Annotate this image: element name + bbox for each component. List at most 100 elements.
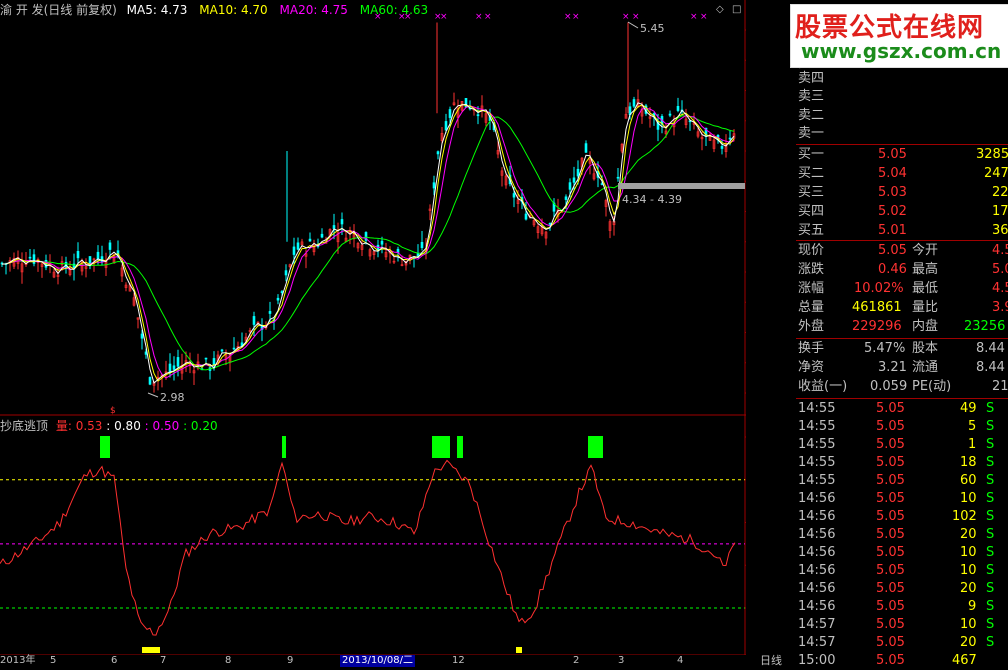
sell-row[interactable]: 卖三: [796, 88, 1008, 106]
tick-row[interactable]: 15:00 5.05 467: [796, 652, 1008, 670]
tick-vol: 102: [952, 509, 977, 524]
tick-row[interactable]: 14:55 5.05 1 S: [796, 436, 1008, 454]
tick-row[interactable]: 14:57 5.05 10 S: [796, 616, 1008, 634]
quote-row: 外盘 229296 内盘 23256: [796, 318, 1008, 336]
quote-label: 总量: [798, 300, 825, 315]
tick-vol: 10: [960, 545, 977, 560]
watermark-logo: 股票公式在线网 www.gszx.com.cn: [790, 4, 1008, 68]
tick-row[interactable]: 14:57 5.05 20 S: [796, 634, 1008, 652]
tick-price: 5.05: [876, 419, 905, 434]
tick-row[interactable]: 14:56 5.05 20 S: [796, 580, 1008, 598]
tick-price: 5.05: [876, 617, 905, 632]
candle-body: [632, 99, 636, 107]
indicator-vol: 量: 0.53: [55, 419, 103, 433]
candle-body: [108, 242, 112, 250]
sell-row[interactable]: 卖四: [796, 70, 1008, 88]
stat-value: 5.47%: [864, 341, 906, 356]
candle-body: [148, 377, 152, 385]
candle-body: [616, 176, 620, 179]
quote-value: 229296: [852, 319, 902, 334]
range-highlight-bar: [618, 183, 745, 189]
tick-flag: S: [986, 473, 995, 488]
candle-body: [512, 193, 516, 198]
indicator-name[interactable]: 抄底逃顶: [0, 419, 48, 433]
tick-row[interactable]: 14:55 5.05 18 S: [796, 454, 1008, 472]
candle-body: [172, 365, 176, 370]
candle-body: [332, 225, 336, 229]
tick-row[interactable]: 14:56 5.05 20 S: [796, 526, 1008, 544]
tick-price: 5.05: [876, 653, 905, 668]
candle-body: [320, 233, 324, 238]
period-tab[interactable]: 日线: [746, 655, 796, 667]
quote-value: 4.5: [992, 243, 1008, 258]
tick-price: 5.05: [876, 599, 905, 614]
date-label: 3: [618, 655, 625, 666]
tick-time: 14:56: [798, 491, 836, 506]
candle-body: [576, 168, 580, 177]
quote-label: 涨幅: [798, 281, 825, 296]
tick-price: 5.05: [876, 491, 905, 506]
tick-vol: 49: [960, 401, 977, 416]
sell-label: 卖二: [798, 108, 825, 123]
buy-price: 5.04: [878, 166, 907, 181]
tick-price: 5.05: [876, 545, 905, 560]
sell-row[interactable]: 卖一: [796, 125, 1008, 143]
stat-value: 21: [992, 379, 1008, 394]
buy-row[interactable]: 买五 5.01 36: [796, 222, 1008, 240]
tick-row[interactable]: 14:56 5.05 102 S: [796, 508, 1008, 526]
tick-vol: 60: [960, 473, 977, 488]
kline-chart[interactable]: 5.405.205.004.804.604.404.204.003.803.60…: [0, 0, 1008, 667]
tick-flag: S: [986, 635, 995, 650]
signal-marker: ×: [440, 12, 448, 22]
top-signal-bar: [432, 436, 450, 458]
buy-label: 买五: [798, 223, 825, 238]
candle-body: [524, 213, 528, 220]
quote-label: 最低: [912, 281, 939, 296]
tick-row[interactable]: 14:56 5.05 10 S: [796, 490, 1008, 508]
annotation-leader: [627, 21, 639, 29]
tick-vol: 10: [960, 491, 977, 506]
sell-row[interactable]: 卖二: [796, 107, 1008, 125]
buy-price: 5.05: [878, 147, 907, 162]
tick-price: 5.05: [876, 527, 905, 542]
tick-time: 15:00: [798, 653, 836, 668]
quote-label: 内盘: [912, 319, 939, 334]
tick-row[interactable]: 14:56 5.05 9 S: [796, 598, 1008, 616]
signal-marker: ×: [475, 12, 483, 22]
buy-row[interactable]: 买一 5.05 3285: [796, 146, 1008, 164]
tick-time: 14:56: [798, 509, 836, 524]
buy-row[interactable]: 买二 5.04 247: [796, 165, 1008, 183]
candle-body: [292, 246, 296, 255]
stat-value: 8.44: [976, 341, 1005, 356]
buy-row[interactable]: 买四 5.02 17: [796, 203, 1008, 221]
quote-value: 10.02%: [854, 281, 904, 296]
stat-label: 换手: [798, 341, 825, 356]
tick-row[interactable]: 14:55 5.05 49 S: [796, 400, 1008, 418]
candle-body: [448, 109, 452, 118]
tick-row[interactable]: 14:56 5.05 10 S: [796, 562, 1008, 580]
quote-row: 涨跌 0.46 最高 5.0: [796, 261, 1008, 279]
buy-vol: 17: [992, 204, 1008, 219]
candle-body: [420, 241, 424, 249]
tick-row[interactable]: 14:56 5.05 10 S: [796, 544, 1008, 562]
tick-row[interactable]: 14:55 5.05 60 S: [796, 472, 1008, 490]
stat-value: 8.44: [976, 360, 1005, 375]
signal-marker: ×: [632, 12, 640, 22]
diamond-icon: ◇: [716, 4, 724, 15]
buy-row[interactable]: 买三 5.03 22: [796, 184, 1008, 202]
signal-marker: ×: [622, 12, 630, 22]
top-signal-bar: [457, 436, 463, 458]
tick-row[interactable]: 14:55 5.05 5 S: [796, 418, 1008, 436]
chart-area[interactable]: 5.405.205.004.804.604.404.204.003.803.60…: [0, 0, 1008, 667]
sell-label: 卖三: [798, 89, 825, 104]
candle-body: [268, 311, 272, 314]
quote-value: 5.05: [878, 243, 907, 258]
quote-label: 现价: [798, 243, 825, 258]
main-header: 渝 开 发(日线 前复权) MA5: 4.73 MA10: 4.70 MA20:…: [0, 1, 428, 18]
quote-label: 外盘: [798, 319, 825, 334]
candle-body: [276, 297, 280, 301]
buy-price: 5.01: [878, 223, 907, 238]
candle-body: [380, 240, 384, 245]
close-icon: □: [732, 4, 741, 15]
quote-value: 461861: [852, 300, 902, 315]
